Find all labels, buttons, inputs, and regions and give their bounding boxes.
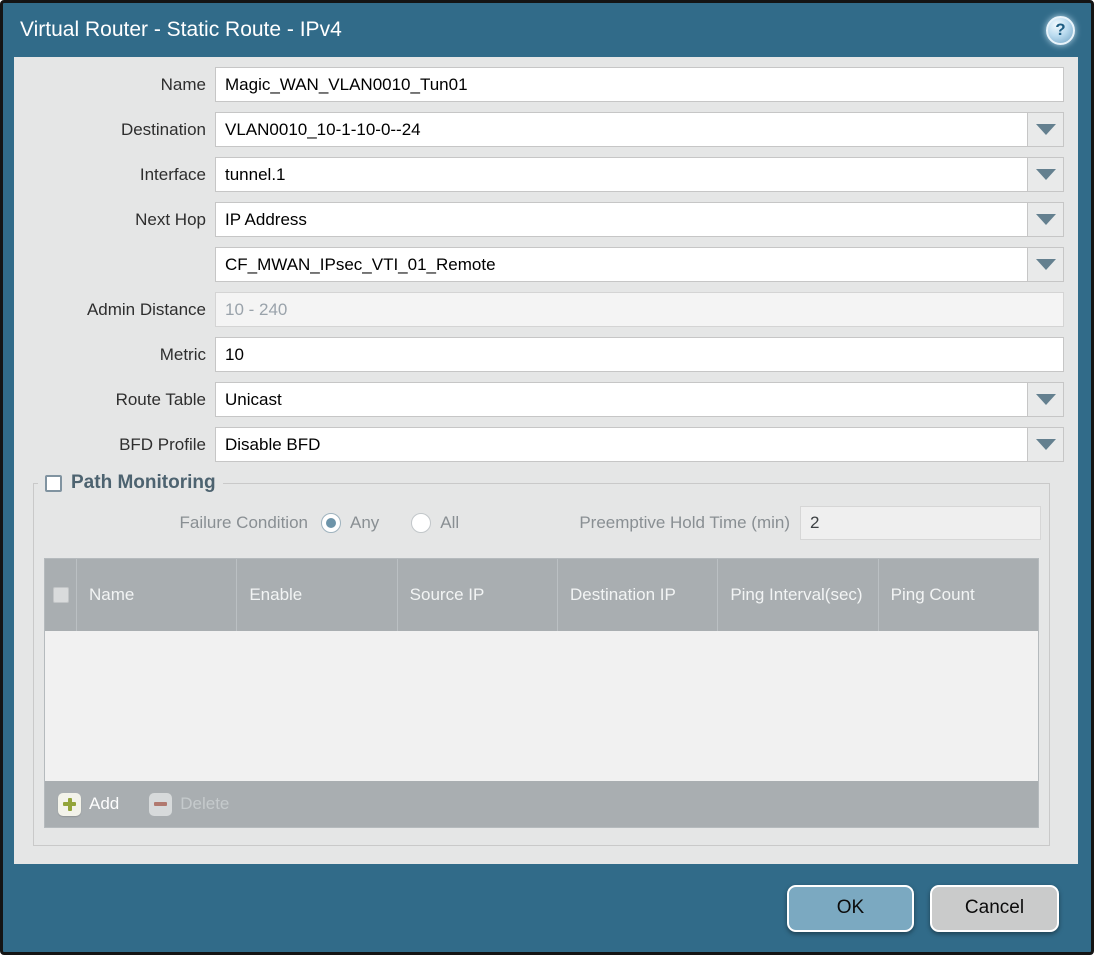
help-icon[interactable]: ? <box>1046 15 1075 45</box>
cancel-button[interactable]: Cancel <box>930 884 1059 932</box>
chevron-down-icon <box>1035 394 1056 405</box>
page-title: Virtual Router - Static Route - IPv4 <box>20 18 342 41</box>
path-monitoring-checkbox[interactable] <box>45 474 62 492</box>
failure-condition-label: Failure Condition <box>179 513 308 532</box>
table-header-ping-count: Ping Count <box>890 584 975 604</box>
admin-distance-label: Admin Distance <box>86 299 206 319</box>
chevron-down-icon <box>1035 169 1056 180</box>
add-button[interactable]: Add <box>58 792 120 816</box>
table-header-name: Name <box>77 559 238 631</box>
bfd-profile-label: BFD Profile <box>119 434 206 454</box>
route-table-label: Route Table <box>115 389 206 409</box>
ok-button[interactable]: OK <box>787 884 914 932</box>
route-table-input[interactable] <box>215 382 1027 417</box>
failure-condition-all-radio <box>411 513 432 533</box>
static-route-dialog: Virtual Router - Static Route - IPv4 ? N… <box>0 0 1094 955</box>
preemptive-hold-time-input <box>800 506 1041 540</box>
interface-dropdown-button[interactable] <box>1027 157 1064 192</box>
path-monitoring-table-body <box>45 631 1038 781</box>
table-header-ping-interval: Ping Interval(sec) <box>718 559 879 631</box>
failure-condition-any-label: Any <box>350 513 380 532</box>
metric-row: Metric <box>14 337 1064 372</box>
table-header-select-cell <box>45 559 77 631</box>
table-header-row: Name Enable Source IP Destination IP Pin… <box>45 559 1038 631</box>
table-header-source-ip: Source IP <box>398 559 558 631</box>
path-monitoring-title: Path Monitoring <box>71 472 216 493</box>
delete-button: Delete <box>149 792 230 816</box>
path-monitoring-section: Path Monitoring Failure Condition Any Al… <box>33 472 1050 846</box>
failure-condition-row: Failure Condition Any All Preemptive Hol… <box>34 494 1049 540</box>
name-label: Name <box>160 74 206 94</box>
admin-distance-row: Admin Distance <box>14 292 1064 327</box>
chevron-down-icon <box>1035 259 1056 270</box>
add-button-label: Add <box>89 794 120 813</box>
plus-icon <box>58 792 81 816</box>
path-monitoring-legend: Path Monitoring <box>38 472 223 494</box>
failure-condition-any-radio <box>321 513 341 533</box>
destination-input[interactable] <box>215 112 1027 147</box>
next-hop-value-row <box>14 247 1064 282</box>
next-hop-type-dropdown-button[interactable] <box>1027 202 1064 237</box>
next-hop-address-dropdown-button[interactable] <box>1027 247 1064 282</box>
next-hop-address-input[interactable] <box>215 247 1027 282</box>
destination-row: Destination <box>14 112 1064 147</box>
chevron-down-icon <box>1035 439 1056 450</box>
next-hop-label: Next Hop <box>135 209 206 229</box>
interface-row: Interface <box>14 157 1064 192</box>
destination-dropdown-button[interactable] <box>1027 112 1064 147</box>
destination-label: Destination <box>120 119 206 139</box>
interface-label: Interface <box>139 164 206 184</box>
bfd-profile-row: BFD Profile <box>14 427 1064 462</box>
dialog-button-bar: OK Cancel <box>3 864 1091 952</box>
bfd-profile-input[interactable] <box>215 427 1027 462</box>
metric-input[interactable] <box>215 337 1064 372</box>
bfd-profile-dropdown-button[interactable] <box>1027 427 1064 462</box>
name-row: Name <box>14 67 1064 102</box>
select-all-checkbox <box>52 587 69 603</box>
dialog-titlebar: Virtual Router - Static Route - IPv4 ? <box>3 3 1091 57</box>
chevron-down-icon <box>1035 124 1056 135</box>
route-table-dropdown-button[interactable] <box>1027 382 1064 417</box>
admin-distance-input[interactable] <box>215 292 1064 327</box>
route-table-row: Route Table <box>14 382 1064 417</box>
interface-input[interactable] <box>215 157 1027 192</box>
table-header-enable: Enable <box>237 559 398 631</box>
minus-icon <box>149 792 173 816</box>
delete-button-label: Delete <box>180 794 230 813</box>
table-header-destination-ip: Destination IP <box>558 559 719 631</box>
name-input[interactable] <box>215 67 1064 102</box>
help-glyph: ? <box>1055 20 1066 39</box>
metric-label: Metric <box>159 344 206 364</box>
next-hop-row: Next Hop <box>14 202 1064 237</box>
preemptive-hold-time-label: Preemptive Hold Time (min) <box>579 513 790 532</box>
chevron-down-icon <box>1035 214 1056 225</box>
next-hop-type-input[interactable] <box>215 202 1027 237</box>
path-monitoring-table: Name Enable Source IP Destination IP Pin… <box>44 558 1039 828</box>
table-footer-bar: Add Delete <box>45 781 1038 827</box>
failure-condition-all-label: All <box>440 513 460 532</box>
dialog-content: Name Destination Interface <box>14 57 1078 864</box>
